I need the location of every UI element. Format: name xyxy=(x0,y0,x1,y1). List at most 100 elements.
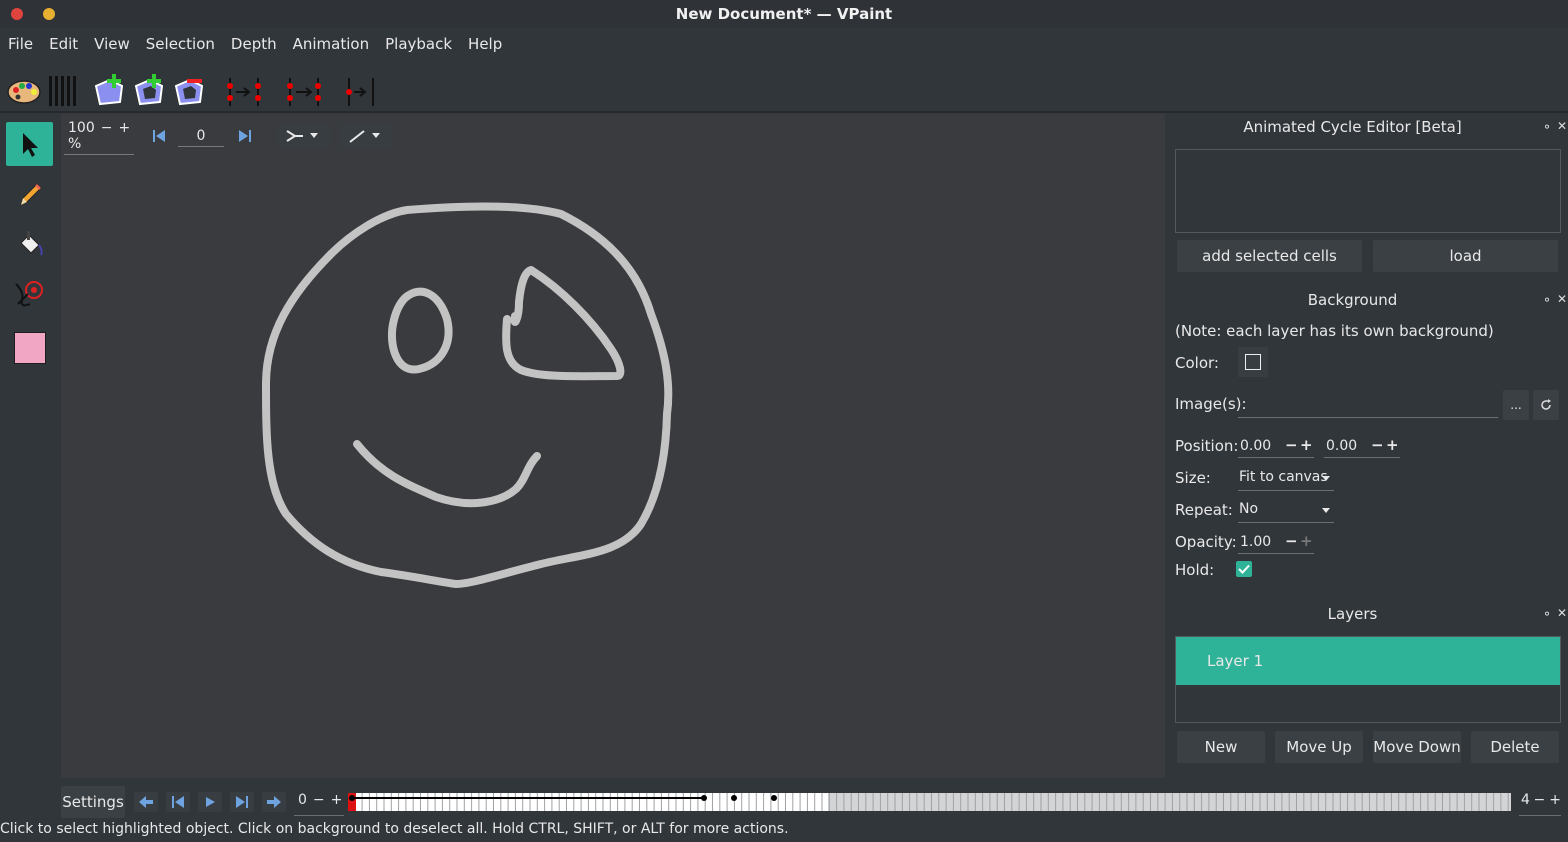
frame-strip[interactable] xyxy=(348,793,1511,811)
menu-selection[interactable]: Selection xyxy=(138,30,223,58)
repeat-dropdown[interactable]: No xyxy=(1238,499,1334,523)
opacity-field[interactable] xyxy=(1238,553,1314,554)
palette-icon[interactable] xyxy=(6,72,42,108)
position-y-increment[interactable]: + xyxy=(1386,436,1399,454)
refresh-images-button[interactable] xyxy=(1533,390,1559,420)
layers-list: Layer 1 xyxy=(1175,636,1561,723)
background-color-button[interactable] xyxy=(1238,347,1268,377)
menu-file[interactable]: File xyxy=(0,30,41,58)
select-tool-button[interactable] xyxy=(6,122,53,166)
drawing-canvas[interactable] xyxy=(61,114,1165,778)
menu-edit[interactable]: Edit xyxy=(41,30,86,58)
first-frame-button[interactable] xyxy=(148,125,170,147)
new-layer-button[interactable]: New xyxy=(1177,731,1265,763)
size-dropdown-value: Fit to canvas xyxy=(1239,469,1328,485)
stroke-mode-dropdown[interactable] xyxy=(340,124,392,148)
last-frame-button[interactable] xyxy=(230,792,254,812)
join-icon xyxy=(286,130,303,142)
menu-playback[interactable]: Playback xyxy=(377,30,460,58)
menu-view[interactable]: View xyxy=(86,30,138,58)
first-frame-button[interactable] xyxy=(166,792,190,812)
end-frame-increment[interactable]: + xyxy=(1549,792,1561,815)
end-frame-value: 47 xyxy=(1521,792,1530,808)
play-button[interactable] xyxy=(198,792,222,812)
barcode-icon[interactable] xyxy=(46,72,82,108)
color-label: Color: xyxy=(1175,354,1219,372)
inbetween-icon[interactable] xyxy=(226,72,262,108)
menu-depth[interactable]: Depth xyxy=(223,30,285,58)
keyframe-icon[interactable] xyxy=(344,72,380,108)
close-panel-icon[interactable]: ✕ xyxy=(1557,606,1567,620)
position-x-decrement[interactable]: − xyxy=(1285,436,1298,454)
sculpt-icon xyxy=(14,281,43,307)
color-swatch-button[interactable] xyxy=(6,326,53,370)
join-mode-dropdown[interactable] xyxy=(278,124,330,148)
images-label: Image(s): xyxy=(1175,395,1247,413)
opacity-decrement[interactable]: − xyxy=(1285,532,1298,550)
menu-bar: File Edit View Selection Depth Animation… xyxy=(0,30,510,58)
position-y-field[interactable] xyxy=(1324,457,1400,458)
position-y-decrement[interactable]: − xyxy=(1371,436,1384,454)
arrow-right-icon xyxy=(267,796,281,808)
previous-keyframe-button[interactable] xyxy=(134,792,158,812)
float-panel-icon[interactable]: ⚬ xyxy=(1542,293,1552,307)
cursor-arrow-icon xyxy=(22,133,38,157)
close-panel-icon[interactable]: ✕ xyxy=(1557,292,1567,306)
move-layer-down-button[interactable]: Move Down xyxy=(1373,731,1461,763)
current-frame-decrement[interactable]: − xyxy=(313,792,325,815)
cycle-editor-title: Animated Cycle Editor [Beta] xyxy=(1243,118,1462,136)
opacity-value[interactable]: 1.00 xyxy=(1240,534,1271,550)
repeat-label: Repeat: xyxy=(1175,501,1233,519)
end-frame-field[interactable]: 47 − + xyxy=(1519,792,1561,816)
menu-animation[interactable]: Animation xyxy=(285,30,377,58)
layer-row[interactable]: Layer 1 xyxy=(1176,637,1560,685)
images-input[interactable] xyxy=(1238,417,1498,418)
delete-layer-button[interactable]: Delete xyxy=(1471,731,1559,763)
hold-checkbox[interactable] xyxy=(1236,561,1252,577)
close-panel-icon[interactable]: ✕ xyxy=(1557,119,1567,133)
move-layer-up-button[interactable]: Move Up xyxy=(1275,731,1363,763)
add-selected-cells-button[interactable]: add selected cells xyxy=(1177,240,1362,272)
new-cycle-add-icon[interactable] xyxy=(92,72,128,108)
cycle-remove-icon[interactable] xyxy=(172,72,208,108)
browse-images-button[interactable]: ... xyxy=(1503,390,1529,420)
cycle-editor-area[interactable] xyxy=(1175,149,1561,233)
load-button[interactable]: load xyxy=(1373,240,1558,272)
current-frame-field[interactable]: 0 − + xyxy=(294,792,344,816)
last-frame-button[interactable] xyxy=(234,125,256,147)
position-x-increment[interactable]: + xyxy=(1300,436,1313,454)
frame-input[interactable]: 0 xyxy=(178,126,224,147)
position-x-field[interactable] xyxy=(1238,457,1314,458)
position-y-value[interactable]: 0.00 xyxy=(1326,438,1357,454)
pencil-tool-button[interactable] xyxy=(6,172,53,216)
color-preview xyxy=(1245,354,1261,370)
window-title: New Document* — VPaint xyxy=(675,5,893,23)
size-dropdown[interactable]: Fit to canvas xyxy=(1238,467,1334,491)
current-frame-increment[interactable]: + xyxy=(331,792,343,815)
menu-help[interactable]: Help xyxy=(460,30,510,58)
cycle-add-icon[interactable] xyxy=(132,72,168,108)
color-swatch xyxy=(13,332,46,364)
position-label: Position: xyxy=(1175,437,1239,455)
zoom-in-button[interactable]: + xyxy=(118,120,130,152)
keyframe-move-icon[interactable] xyxy=(286,72,322,108)
skip-back-icon xyxy=(153,130,165,142)
timeline-settings-button[interactable]: Settings xyxy=(61,786,125,818)
background-panel-title: Background xyxy=(1307,291,1398,309)
paint-bucket-tool-button[interactable] xyxy=(6,222,53,266)
zoom-field[interactable]: 100 % − + xyxy=(64,118,134,155)
repeat-dropdown-value: No xyxy=(1239,501,1259,517)
skip-back-icon xyxy=(172,796,184,808)
end-frame-decrement[interactable]: − xyxy=(1534,792,1546,815)
tool-column xyxy=(0,114,60,780)
current-frame-value: 0 xyxy=(298,792,307,808)
toolbar-divider xyxy=(0,111,1568,113)
next-keyframe-button[interactable] xyxy=(262,792,286,812)
opacity-increment[interactable]: + xyxy=(1300,532,1313,550)
position-x-value[interactable]: 0.00 xyxy=(1240,438,1271,454)
float-panel-icon[interactable]: ⚬ xyxy=(1542,607,1552,621)
zoom-out-button[interactable]: − xyxy=(101,120,113,152)
status-bar-text: Click to select highlighted object. Clic… xyxy=(0,821,789,837)
sculpt-tool-button[interactable] xyxy=(6,272,53,316)
float-panel-icon[interactable]: ⚬ xyxy=(1542,120,1552,134)
